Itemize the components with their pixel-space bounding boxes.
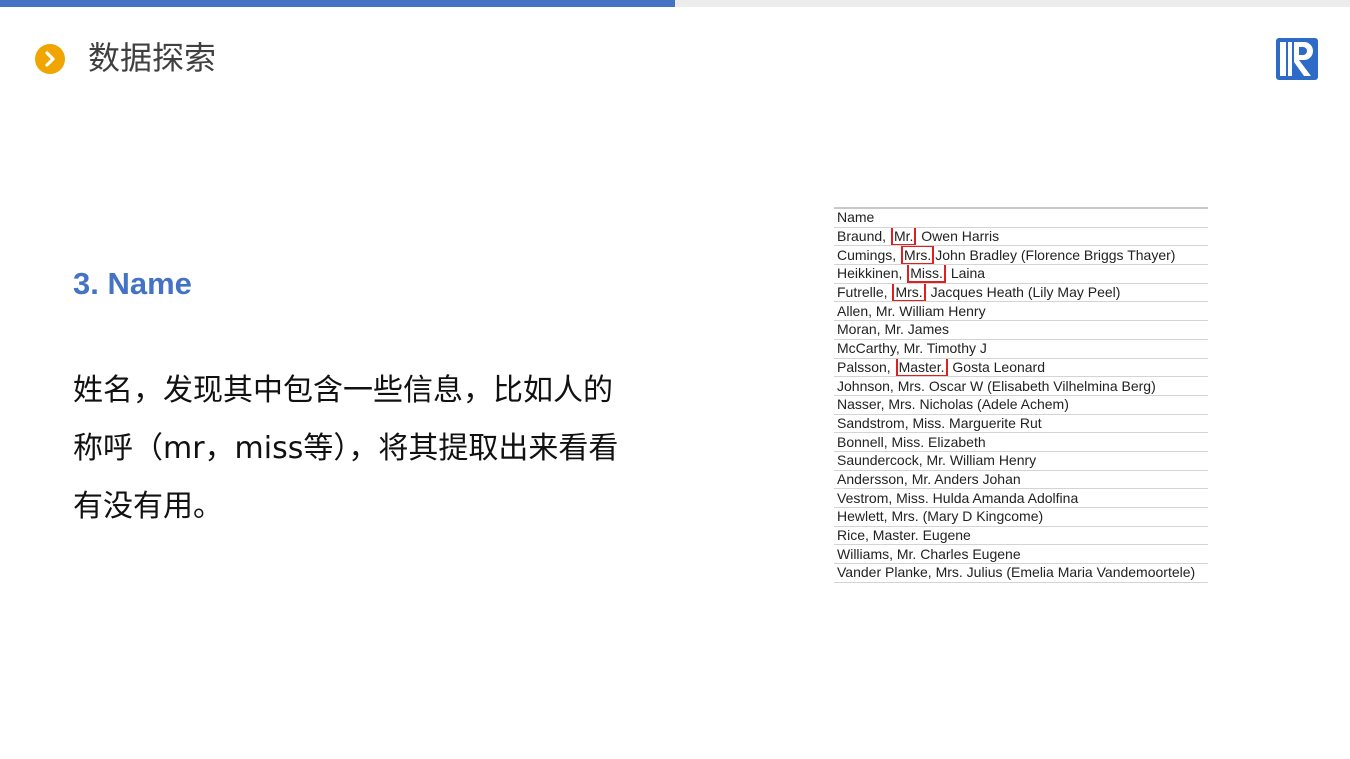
table-row: Moran, Mr. James [834,320,1208,340]
table-row: Futrelle, Mrs. Jacques Heath (Lily May P… [834,283,1208,303]
name-cell: Hewlett, Mrs. (Mary D Kingcome) [834,507,1208,527]
title-highlight: Miss. [907,264,946,283]
name-text: Sandstrom, Miss. Marguerite Rut [837,414,1042,431]
chevron-right-icon [35,44,65,74]
section-description: 姓名，发现其中包含一些信息，比如人的 称呼（mr，miss等），将其提取出来看看… [73,362,673,536]
name-text: Vestrom, Miss. Hulda Amanda Adolfina [837,489,1079,506]
title-highlight: Mr. [890,227,917,245]
name-text: Bonnell, Miss. Elizabeth [837,433,986,450]
name-text: McCarthy, Mr. Timothy J [837,340,987,357]
r-logo-icon [1275,37,1319,81]
description-line: 称呼（mr，miss等），将其提取出来看看 [73,431,619,466]
name-text: Moran, Mr. James [837,321,950,338]
name-text: Hewlett, Mrs. (Mary D Kingcome) [837,508,1044,525]
table-row: Vestrom, Miss. Hulda Amanda Adolfina [834,488,1208,508]
column-header-name: Name [834,208,1208,228]
table-row: Bonnell, Miss. Elizabeth [834,432,1208,452]
table-row: Sandstrom, Miss. Marguerite Rut [834,414,1208,434]
name-text: Vander Planke, Mrs. Julius (Emelia Maria… [837,564,1196,581]
name-cell: Allen, Mr. William Henry [834,301,1208,322]
name-cell: Moran, Mr. James [834,320,1208,340]
name-cell: Vestrom, Miss. Hulda Amanda Adolfina [834,488,1208,508]
table-row: Cumings, Mrs. John Bradley (Florence Brig… [834,245,1208,266]
name-text: Owen Harris [917,228,1000,245]
name-text: John Bradley (Florence Briggs Thayer) [935,246,1176,263]
name-cell: Braund, Mr. Owen Harris [834,227,1208,247]
name-cell: Palsson, Master. Gosta Leonard [834,358,1208,378]
table-row: Williams, Mr. Charles Eugene [834,544,1208,565]
title-highlight: Mrs. [901,245,935,264]
description-line: 姓名，发现其中包含一些信息，比如人的 [73,373,613,408]
table-row: Braund, Mr. Owen Harris [834,227,1208,247]
table-row: Vander Planke, Mrs. Julius (Emelia Maria… [834,563,1208,583]
name-cell: Rice, Master. Eugene [834,526,1208,546]
name-text: Braund, [837,228,890,245]
table-row: Palsson, Master. Gosta Leonard [834,358,1208,378]
name-cell: Williams, Mr. Charles Eugene [834,544,1208,565]
progress-bar [0,0,1350,7]
name-cell: Futrelle, Mrs. Jacques Heath (Lily May P… [834,283,1208,303]
name-cell: Nasser, Mrs. Nicholas (Adele Achem) [834,395,1208,415]
name-cell: Vander Planke, Mrs. Julius (Emelia Maria… [834,563,1208,583]
name-text: Williams, Mr. Charles Eugene [837,545,1021,562]
table-row: McCarthy, Mr. Timothy J [834,339,1208,359]
table-header-row: Name [834,208,1208,228]
name-cell: Sandstrom, Miss. Marguerite Rut [834,414,1208,434]
name-cell: Andersson, Mr. Anders Johan [834,470,1208,490]
name-text: Gosta Leonard [948,358,1046,375]
name-text: Jacques Heath (Lily May Peel) [926,284,1121,301]
name-text: Cumings, [837,246,901,263]
name-text: Nasser, Mrs. Nicholas (Adele Achem) [837,396,1069,413]
page-title: 数据探索 [88,39,217,77]
name-cell: Heikkinen, Miss. Laina [834,264,1208,284]
name-text: Futrelle, [837,284,892,301]
name-text: Andersson, Mr. Anders Johan [837,470,1021,487]
name-table: Name Braund, Mr. Owen Harris Cumings, Mrs… [834,207,1208,583]
name-cell: Bonnell, Miss. Elizabeth [834,432,1208,452]
progress-bar-fill [0,0,675,7]
table-row: Hewlett, Mrs. (Mary D Kingcome) [834,507,1208,527]
title-highlight: Mrs. [892,283,926,301]
name-text: Rice, Master. Eugene [837,527,971,544]
name-text: Johnson, Mrs. Oscar W (Elisabeth Vilhelm… [837,377,1156,394]
name-cell: McCarthy, Mr. Timothy J [834,339,1208,359]
name-text: Laina [946,265,986,282]
name-text: Palsson, [837,358,895,375]
table-row: Heikkinen, Miss. Laina [834,264,1208,284]
table-row: Andersson, Mr. Anders Johan [834,470,1208,490]
name-text: Allen, Mr. William Henry [837,302,986,319]
name-text: Saundercock, Mr. William Henry [837,452,1037,469]
section-title: 3. Name [73,266,192,301]
table-row: Allen, Mr. William Henry [834,301,1208,322]
name-text: Heikkinen, [837,265,907,282]
table-row: Saundercock, Mr. William Henry [834,451,1208,471]
table-row: Johnson, Mrs. Oscar W (Elisabeth Vilhelm… [834,376,1208,396]
table-row: Nasser, Mrs. Nicholas (Adele Achem) [834,395,1208,415]
title-highlight: Master. [895,358,948,376]
name-cell: Cumings, Mrs. John Bradley (Florence Brig… [834,245,1208,266]
name-cell: Johnson, Mrs. Oscar W (Elisabeth Vilhelm… [834,376,1208,396]
name-cell: Saundercock, Mr. William Henry [834,451,1208,471]
description-line: 有没有用。 [73,489,223,524]
table-row: Rice, Master. Eugene [834,526,1208,546]
